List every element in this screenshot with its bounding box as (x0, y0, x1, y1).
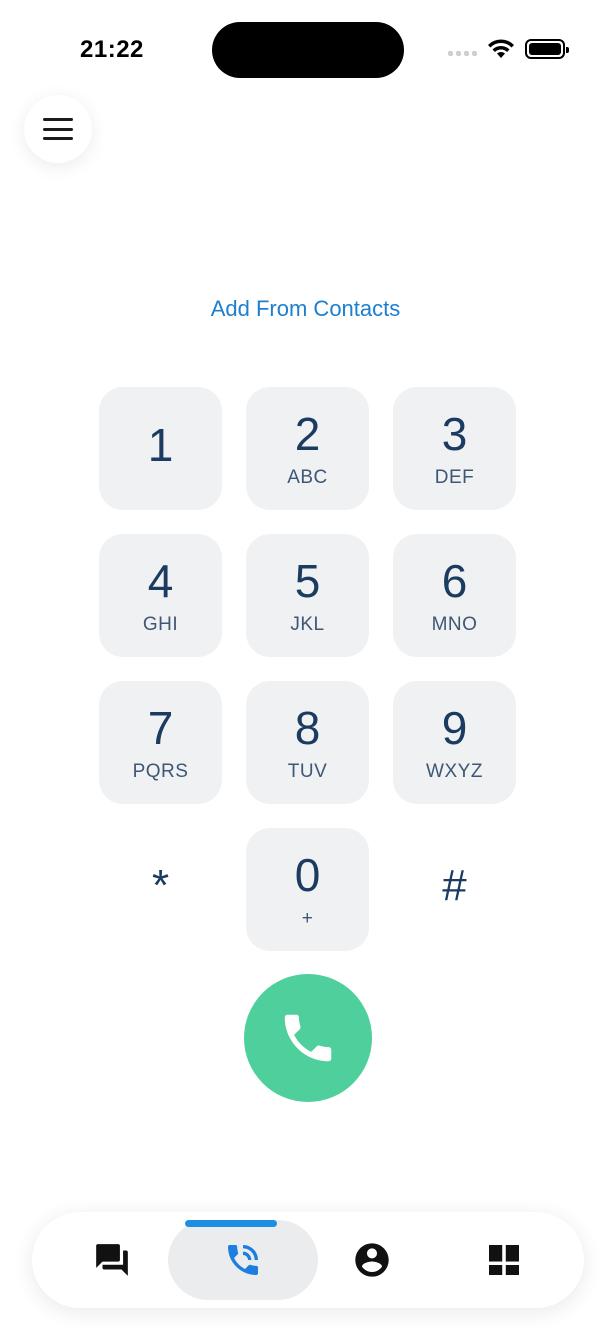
key-8[interactable]: 8 TUV (246, 681, 369, 804)
menu-button[interactable] (24, 95, 92, 163)
nav-calls[interactable] (168, 1220, 318, 1300)
key-digit: 2 (294, 407, 321, 460)
key-digit: * (151, 860, 170, 910)
key-letters: TUV (287, 760, 328, 782)
status-icons (448, 38, 569, 60)
key-letters: DEF (434, 466, 475, 488)
phone-icon (284, 1014, 332, 1062)
call-button[interactable] (244, 974, 372, 1102)
add-from-contacts-link[interactable]: Add From Contacts (0, 296, 611, 322)
key-1[interactable]: 1 (99, 387, 222, 510)
status-time: 21:22 (80, 36, 144, 63)
signal-icon (448, 42, 477, 56)
status-bar: 21:22 (0, 0, 611, 100)
key-0[interactable]: 0 + (246, 828, 369, 951)
key-letters: GHI (142, 613, 179, 635)
active-tab-indicator (185, 1220, 277, 1227)
key-2[interactable]: 2 ABC (246, 387, 369, 510)
key-6[interactable]: 6 MNO (393, 534, 516, 657)
key-digit: 1 (147, 418, 174, 471)
chat-icon (96, 1244, 128, 1276)
key-digit: # (442, 860, 467, 910)
key-5[interactable]: 5 JKL (246, 534, 369, 657)
key-digit: 9 (441, 701, 468, 754)
dashboard-icon (489, 1245, 519, 1275)
account-icon (355, 1243, 389, 1277)
key-letters: MNO (431, 613, 478, 635)
key-letters: + (301, 907, 314, 929)
key-hash[interactable]: # (393, 828, 516, 951)
wifi-icon (488, 39, 514, 58)
nav-dashboard[interactable] (464, 1220, 544, 1300)
key-star[interactable]: * (99, 828, 222, 951)
key-digit: 0 (294, 848, 321, 901)
nav-chats[interactable] (72, 1220, 152, 1300)
key-letters: WXYZ (426, 760, 483, 782)
key-digit: 8 (294, 701, 321, 754)
phone-call-icon (228, 1245, 258, 1275)
dynamic-island (212, 22, 404, 78)
key-letters: ABC (287, 466, 328, 488)
key-3[interactable]: 3 DEF (393, 387, 516, 510)
key-7[interactable]: 7 PQRS (99, 681, 222, 804)
key-digit: 5 (294, 554, 321, 607)
key-9[interactable]: 9 WXYZ (393, 681, 516, 804)
key-digit: 7 (147, 701, 174, 754)
key-4[interactable]: 4 GHI (99, 534, 222, 657)
key-letters: JKL (290, 613, 325, 635)
key-digit: 6 (441, 554, 468, 607)
bottom-nav (32, 1212, 584, 1308)
hamburger-menu-icon (43, 118, 73, 140)
nav-contacts[interactable] (332, 1220, 412, 1300)
key-digit: 4 (147, 554, 174, 607)
battery-icon (525, 39, 569, 59)
key-digit: 3 (441, 407, 468, 460)
key-letters: PQRS (132, 760, 189, 782)
